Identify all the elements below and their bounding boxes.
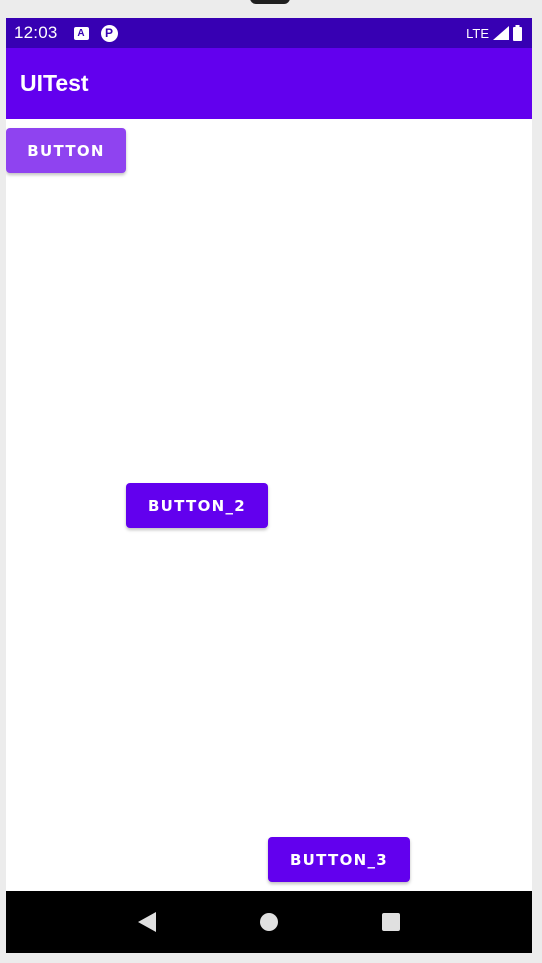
camera-notch — [250, 0, 290, 4]
home-icon[interactable] — [249, 902, 289, 942]
app-title: UITest — [20, 70, 89, 96]
status-bar: 12:03 A P LTE — [6, 18, 532, 48]
button-3[interactable]: BUTTON_3 — [268, 837, 410, 882]
button-1[interactable]: BUTTON — [6, 128, 126, 173]
battery-icon — [513, 25, 522, 41]
status-time: 12:03 — [14, 23, 58, 42]
app-bar: UITest — [6, 48, 532, 119]
recents-icon[interactable] — [371, 902, 411, 942]
signal-icon — [493, 26, 509, 40]
back-icon[interactable] — [127, 902, 167, 942]
button-2[interactable]: BUTTON_2 — [126, 483, 268, 528]
status-indicators: LTE — [466, 25, 522, 41]
device-screen: 12:03 A P LTE UITest BUTTON BUTTON_2 BUT… — [6, 18, 532, 953]
notification-p-icon: P — [100, 24, 118, 42]
navigation-bar — [6, 891, 532, 953]
network-type: LTE — [466, 25, 489, 41]
notification-a-icon: A — [73, 26, 89, 40]
